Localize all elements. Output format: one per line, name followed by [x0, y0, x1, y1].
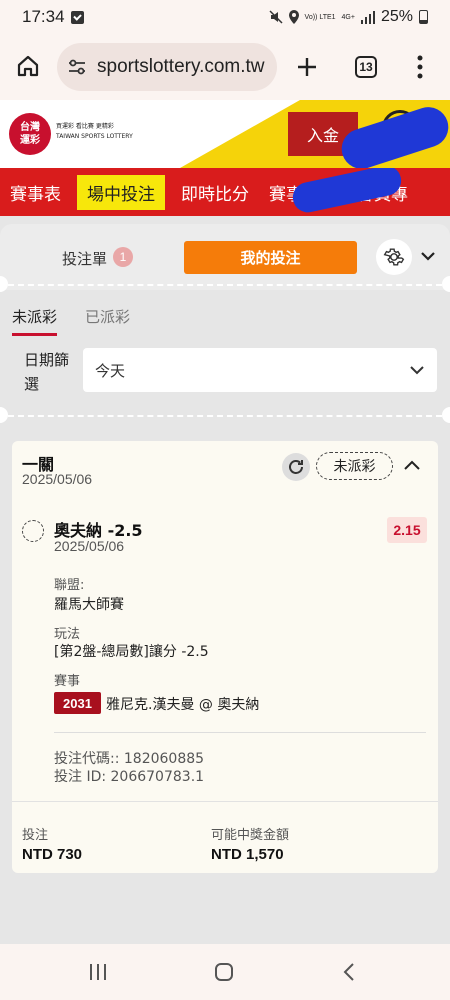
divider: [12, 801, 438, 802]
event-label: 賽事: [54, 674, 81, 689]
market-value: [第2盤-總局數]讓分 -2.5: [54, 644, 209, 660]
browser-toolbar: sportslottery.com.tw 13: [0, 34, 450, 100]
subtab-unsettled[interactable]: 未派彩: [12, 306, 58, 336]
signal-icon: [360, 10, 375, 24]
betslip-header: 投注單 1 我的投注: [0, 224, 450, 290]
payout-label: 可能中獎金額: [211, 828, 290, 843]
date-filter-label: 日期篩選: [24, 351, 70, 393]
site-logo[interactable]: 台灣 運彩: [9, 113, 51, 155]
betslip-panel: 投注單 1 我的投注 未派彩 已派彩 日期篩選 今天 一關 2025/05/06…: [0, 216, 450, 1000]
betslip-tab[interactable]: 投注單: [62, 248, 107, 269]
bet-code: 投注代碼:: 182060885: [54, 751, 205, 767]
my-bets-button[interactable]: 我的投注: [184, 241, 357, 274]
odds-badge: 2.15: [387, 517, 427, 543]
status-icons: Vo)) LTE1 4G+ 25%: [269, 8, 428, 26]
bet-date: 2025/05/06: [22, 471, 93, 487]
betslip-count-badge: 1: [113, 247, 133, 267]
league-label: 聯盟:: [54, 578, 85, 593]
network-type: 4G+: [341, 13, 355, 21]
bet-id: 投注 ID: 206670783.1: [54, 769, 205, 785]
result-subtabs: 未派彩 已派彩: [12, 306, 130, 336]
selection-date: 2025/05/06: [54, 538, 125, 554]
refresh-button[interactable]: [282, 453, 310, 481]
ticket-notch: [0, 407, 8, 423]
mute-icon: [269, 10, 283, 24]
ticket-notch: [442, 407, 450, 423]
dashed-divider: [8, 415, 442, 417]
bet-card: 一關 2025/05/06 未派彩 奧夫納 -2.5 2025/05/06 2.…: [12, 441, 438, 873]
market-label: 玩法: [54, 627, 81, 642]
refresh-icon: [289, 460, 303, 474]
chevron-up-icon[interactable]: [402, 456, 422, 476]
event-name: 雅尼克.漢夫曼 @ 奧夫納: [106, 697, 260, 713]
redaction-scribble: [290, 168, 404, 216]
system-navigation-bar: [0, 944, 450, 1000]
selection-radio: [22, 520, 44, 542]
tab-switcher-button[interactable]: 13: [355, 56, 377, 78]
status-time: 17:34: [22, 7, 65, 26]
chevron-down-icon: [410, 366, 424, 375]
date-filter-select[interactable]: 今天: [83, 348, 437, 392]
location-icon: [288, 10, 299, 24]
notification-icon: [70, 10, 84, 24]
dashed-divider: [8, 284, 442, 286]
league-value: 羅馬大師賽: [54, 597, 124, 613]
stake-label: 投注: [22, 828, 49, 843]
payout-value: NTD 1,570: [211, 846, 284, 863]
chevron-down-icon[interactable]: [420, 248, 436, 264]
event-code-badge: 2031: [54, 692, 101, 714]
gear-icon: [383, 248, 405, 266]
logo-tagline: 買運彩 看比賽 更精彩 TAIWAN SPORTS LOTTERY: [56, 123, 133, 140]
subtab-settled[interactable]: 已派彩: [85, 306, 130, 336]
network-label: Vo)) LTE1: [304, 13, 336, 21]
home-button-icon[interactable]: [214, 962, 234, 982]
url-text: sportslottery.com.tw: [97, 56, 265, 77]
settings-button[interactable]: [376, 239, 412, 275]
more-menu-icon[interactable]: [416, 54, 424, 80]
site-settings-icon[interactable]: [67, 57, 87, 77]
battery-icon: [419, 10, 428, 24]
date-filter-value: 今天: [95, 361, 126, 380]
stake-value: NTD 730: [22, 846, 83, 863]
divider: [54, 732, 426, 733]
back-icon[interactable]: [342, 962, 356, 982]
address-bar[interactable]: sportslottery.com.tw: [57, 43, 277, 91]
home-icon[interactable]: [16, 54, 40, 78]
recent-apps-icon[interactable]: [88, 962, 108, 982]
site-header: 台灣 運彩 買運彩 看比賽 更精彩 TAIWAN SPORTS LOTTERY …: [0, 100, 450, 168]
nav-tab-live-betting[interactable]: 場中投注: [77, 174, 165, 210]
nav-tab-live-scores[interactable]: 即時比分: [171, 180, 259, 205]
nav-tab-schedule[interactable]: 賽事表: [0, 180, 71, 205]
main-nav: 賽事表 場中投注 即時比分 賽事數據 會員專: [0, 168, 450, 216]
new-tab-icon[interactable]: [296, 56, 318, 78]
battery-text: 25%: [380, 8, 413, 25]
status-bar: 17:34 Vo)) LTE1 4G+ 25%: [0, 0, 450, 34]
bet-status-badge: 未派彩: [316, 452, 393, 480]
